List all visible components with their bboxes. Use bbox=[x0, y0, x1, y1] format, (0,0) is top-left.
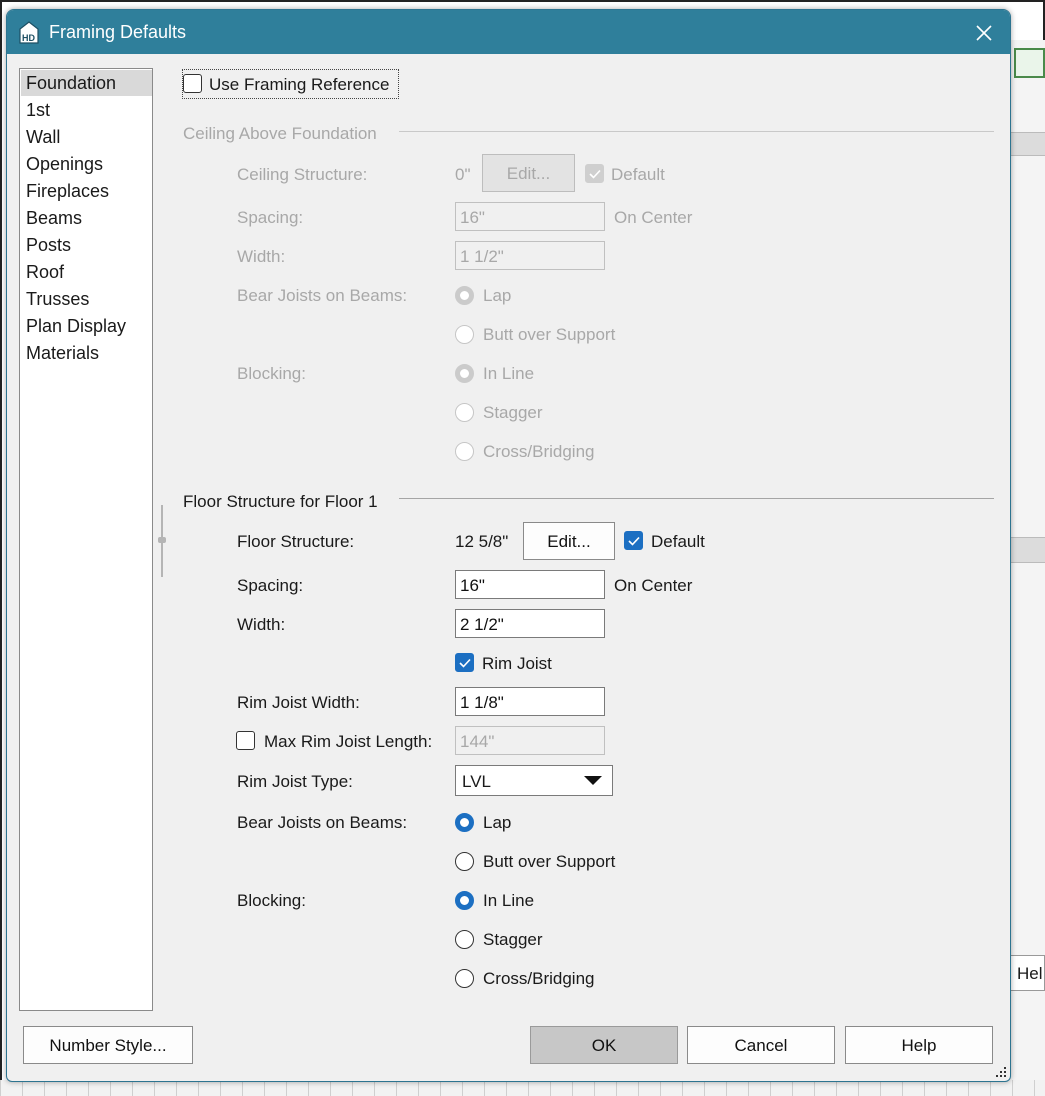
ceiling-blocking-stagger-label: Stagger bbox=[483, 403, 543, 422]
svg-text:HD: HD bbox=[22, 33, 35, 43]
floor-spacing-field[interactable]: 16" bbox=[455, 570, 605, 599]
sidebar-item-foundation[interactable]: Foundation bbox=[21, 70, 152, 96]
ceiling-default-checkbox[interactable] bbox=[585, 164, 604, 183]
floor-spacing-label: Spacing: bbox=[237, 576, 304, 595]
sidebar-item-trusses[interactable]: Trusses bbox=[21, 286, 152, 312]
sidebar-item-1st[interactable]: 1st bbox=[21, 97, 152, 123]
home-designer-icon: HD bbox=[19, 21, 39, 44]
max-rim-joist-length-field[interactable]: 144" bbox=[455, 726, 605, 755]
background-thumbnail bbox=[1014, 48, 1045, 78]
floor-blocking-label: Blocking: bbox=[237, 891, 306, 910]
background-band bbox=[1008, 537, 1045, 563]
background-band bbox=[1008, 132, 1045, 156]
floor-bear-butt-radio[interactable] bbox=[455, 852, 474, 871]
cancel-button[interactable]: Cancel bbox=[687, 1026, 835, 1064]
ceiling-group-divider bbox=[399, 131, 994, 132]
ceiling-spacing-field[interactable]: 16" bbox=[455, 202, 605, 231]
checkmark-icon bbox=[459, 658, 471, 668]
floor-blocking-stagger-radio[interactable] bbox=[455, 930, 474, 949]
ceiling-bear-lap-radio[interactable] bbox=[455, 286, 474, 305]
ceiling-bear-butt-label: Butt over Support bbox=[483, 325, 616, 344]
sidebar-item-fireplaces[interactable]: Fireplaces bbox=[21, 178, 152, 204]
ceiling-bear-butt-radio[interactable] bbox=[455, 325, 474, 344]
ceiling-blocking-stagger-radio[interactable] bbox=[455, 403, 474, 422]
ceiling-group-title: Ceiling Above Foundation bbox=[183, 124, 377, 143]
close-icon[interactable] bbox=[967, 18, 1001, 48]
use-framing-reference-checkbox[interactable] bbox=[183, 74, 202, 93]
sidebar-item-openings[interactable]: Openings bbox=[21, 151, 152, 177]
rim-joist-label: Rim Joist bbox=[482, 654, 552, 673]
ceiling-blocking-cross-label: Cross/Bridging bbox=[483, 442, 595, 461]
floor-group-divider bbox=[399, 498, 994, 499]
rim-joist-width-label: Rim Joist Width: bbox=[237, 693, 360, 712]
floor-edit-button[interactable]: Edit... bbox=[523, 522, 615, 560]
ceiling-edit-button[interactable]: Edit... bbox=[482, 154, 575, 192]
ceiling-structure-label: Ceiling Structure: bbox=[237, 165, 368, 184]
floor-structure-value: 12 5/8" bbox=[455, 532, 509, 551]
checkmark-icon bbox=[628, 536, 640, 546]
ok-button[interactable]: OK bbox=[530, 1026, 678, 1064]
dropdown-arrow-icon bbox=[584, 776, 602, 785]
ceiling-bear-lap-label: Lap bbox=[483, 286, 512, 305]
sidebar-item-plan-display[interactable]: Plan Display bbox=[21, 313, 152, 339]
framing-defaults-dialog: HD Framing Defaults Foundation 1st Wall … bbox=[6, 9, 1011, 1082]
number-style-button[interactable]: Number Style... bbox=[23, 1026, 193, 1064]
rim-joist-checkbox[interactable] bbox=[455, 653, 474, 672]
ceiling-width-field[interactable]: 1 1/2" bbox=[455, 241, 605, 270]
checkmark-icon bbox=[589, 169, 601, 179]
splitter-handle[interactable] bbox=[158, 537, 166, 543]
ceiling-on-center-label: On Center bbox=[614, 208, 693, 227]
ceiling-width-label: Width: bbox=[237, 247, 286, 266]
floor-default-label: Default bbox=[651, 532, 705, 551]
ceiling-structure-value: 0" bbox=[455, 165, 471, 184]
title-bar[interactable]: HD Framing Defaults bbox=[7, 10, 1010, 54]
ceiling-blocking-label: Blocking: bbox=[237, 364, 306, 383]
ceiling-blocking-cross-radio[interactable] bbox=[455, 442, 474, 461]
ceiling-bear-joists-label: Bear Joists on Beams: bbox=[237, 286, 408, 305]
floor-group-title: Floor Structure for Floor 1 bbox=[183, 492, 378, 511]
sidebar-item-posts[interactable]: Posts bbox=[21, 232, 152, 258]
sidebar-item-beams[interactable]: Beams bbox=[21, 205, 152, 231]
background-help-label: Hel bbox=[1017, 964, 1043, 983]
floor-blocking-stagger-label: Stagger bbox=[483, 930, 543, 949]
rim-joist-width-field[interactable]: 1 1/8" bbox=[455, 687, 605, 716]
use-framing-reference-label: Use Framing Reference bbox=[209, 75, 390, 94]
help-button[interactable]: Help bbox=[845, 1026, 993, 1064]
background-help-button[interactable]: Hel bbox=[1010, 955, 1045, 991]
floor-default-checkbox[interactable] bbox=[624, 531, 643, 550]
ceiling-blocking-inline-label: In Line bbox=[483, 364, 535, 383]
category-list: Foundation 1st Wall Openings Fireplaces … bbox=[19, 68, 153, 1011]
ceiling-blocking-inline-radio[interactable] bbox=[455, 364, 474, 383]
max-rim-joist-length-checkbox[interactable] bbox=[236, 731, 255, 750]
floor-bear-lap-label: Lap bbox=[483, 813, 512, 832]
sidebar-item-roof[interactable]: Roof bbox=[21, 259, 152, 285]
ceiling-default-label: Default bbox=[611, 165, 665, 184]
rim-joist-type-value: LVL bbox=[462, 772, 491, 791]
dialog-title: Framing Defaults bbox=[49, 22, 187, 42]
floor-structure-label: Floor Structure: bbox=[237, 532, 355, 551]
floor-blocking-inline-label: In Line bbox=[483, 891, 535, 910]
sidebar-item-materials[interactable]: Materials bbox=[21, 340, 152, 366]
floor-width-label: Width: bbox=[237, 615, 286, 634]
rim-joist-type-select[interactable]: LVL bbox=[455, 765, 613, 796]
ceiling-spacing-label: Spacing: bbox=[237, 208, 304, 227]
floor-bear-joists-label: Bear Joists on Beams: bbox=[237, 813, 408, 832]
resize-grip-icon[interactable] bbox=[995, 1066, 1007, 1078]
floor-bear-lap-radio[interactable] bbox=[455, 813, 474, 832]
floor-bear-butt-label: Butt over Support bbox=[483, 852, 616, 871]
rim-joist-type-label: Rim Joist Type: bbox=[237, 772, 353, 791]
floor-width-field[interactable]: 2 1/2" bbox=[455, 609, 605, 638]
floor-on-center-label: On Center bbox=[614, 576, 693, 595]
max-rim-joist-length-label: Max Rim Joist Length: bbox=[264, 732, 433, 751]
background-grid-strip bbox=[0, 1080, 1045, 1096]
floor-blocking-inline-radio[interactable] bbox=[455, 891, 474, 910]
sidebar-item-wall[interactable]: Wall bbox=[21, 124, 152, 150]
floor-blocking-cross-radio[interactable] bbox=[455, 969, 474, 988]
floor-blocking-cross-label: Cross/Bridging bbox=[483, 969, 595, 988]
background-panel bbox=[1008, 40, 1045, 1096]
